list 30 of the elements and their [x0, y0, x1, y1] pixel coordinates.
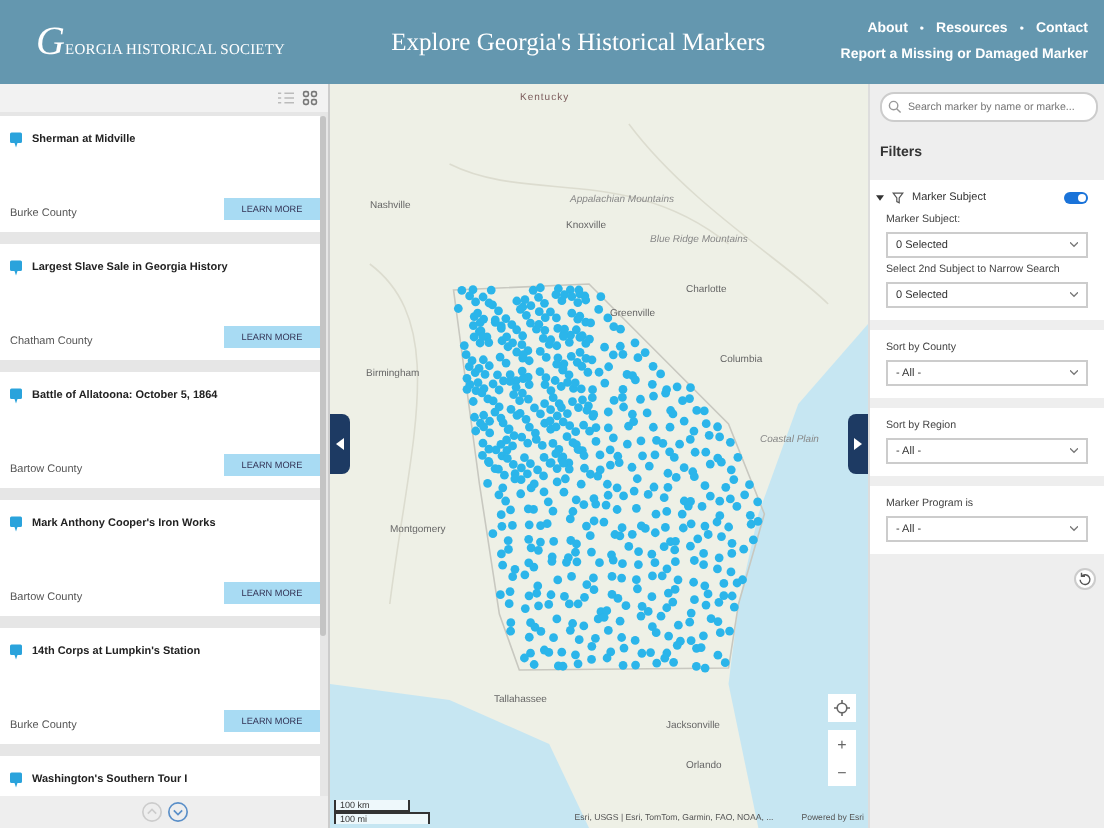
chevron-down-icon: [1070, 526, 1078, 532]
expand-caret-icon[interactable]: [876, 194, 884, 202]
collapse-list-button[interactable]: [330, 414, 350, 474]
page-title: Explore Georgia's Historical Markers: [389, 27, 768, 57]
zoom-button[interactable]: −: [828, 758, 856, 786]
marker-pin-icon: [10, 132, 22, 148]
grid-view-icon[interactable]: [302, 90, 318, 106]
chevron-down-icon: [1070, 292, 1078, 298]
locate-icon: [834, 700, 850, 716]
marker-pin-icon: [10, 516, 22, 532]
marker-pin-icon: [10, 388, 22, 404]
caret-icon: [336, 438, 344, 450]
reset-filters-button[interactable]: [1074, 568, 1096, 590]
marker-pin-icon: [10, 260, 22, 276]
reset-icon: [1078, 572, 1092, 586]
caret-icon: [854, 438, 862, 450]
scroll-down-icon[interactable]: [167, 802, 187, 822]
chevron-down-icon: [1070, 370, 1078, 376]
scrollbar[interactable]: [320, 116, 326, 636]
marker-pin-icon: [10, 644, 22, 660]
search-icon: [888, 100, 902, 114]
chevron-down-icon: [1070, 242, 1078, 248]
filter-icon: [892, 192, 904, 204]
chevron-down-icon: [1070, 448, 1078, 454]
marker-pins-drawing[interactable]: [453, 283, 763, 673]
zoom-button[interactable]: +: [828, 730, 856, 758]
collapse-filters-button[interactable]: [848, 414, 868, 474]
marker-pin-icon: [10, 772, 22, 788]
locate-button[interactable]: [828, 694, 856, 722]
toggle-switch[interactable]: [1064, 192, 1088, 204]
